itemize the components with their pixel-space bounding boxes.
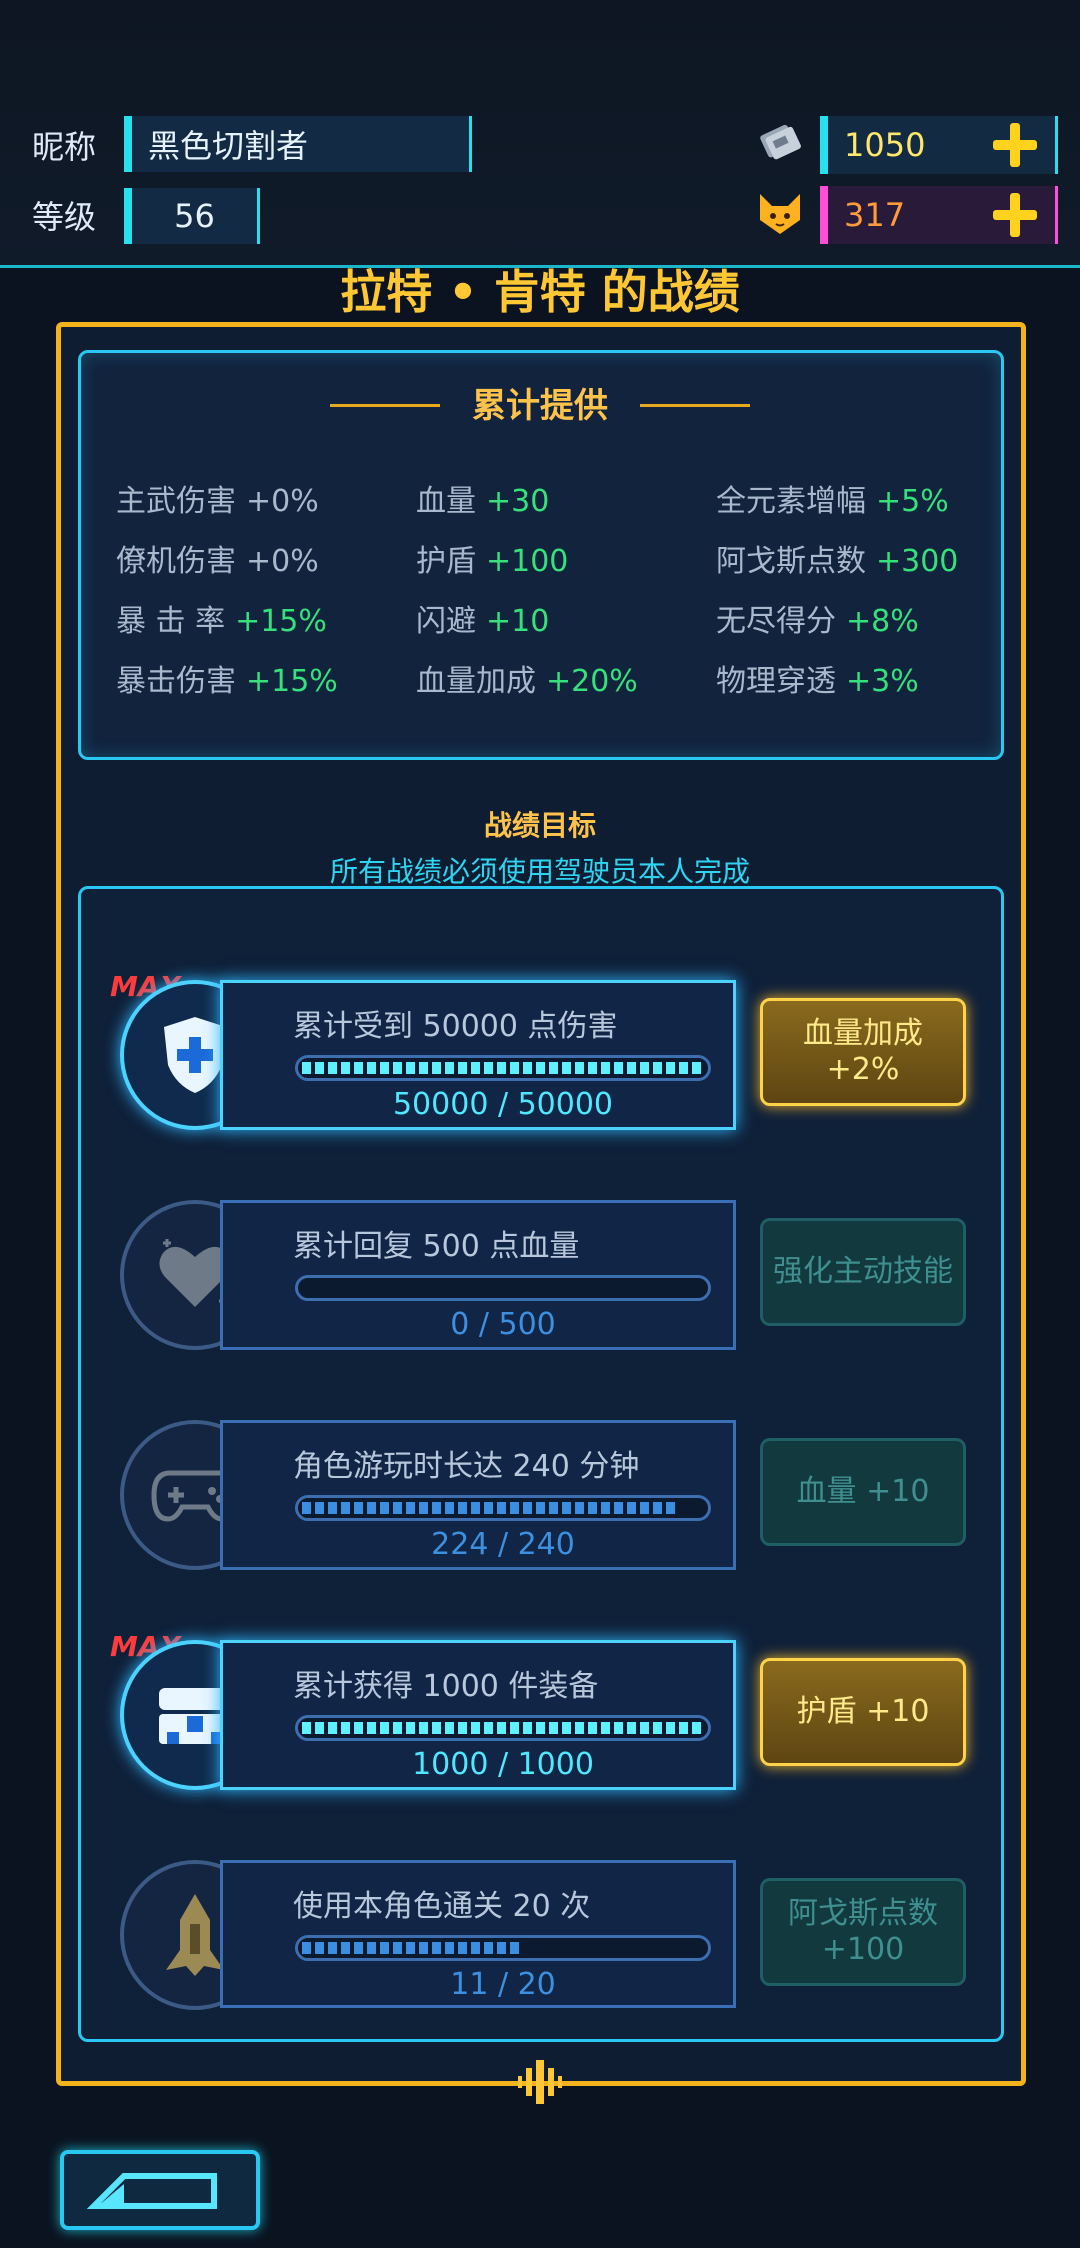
goal-card: 累计受到 50000 点伤害 50000 / 50000: [220, 980, 736, 1130]
stat-argos-points: 阿戈斯点数 +300: [716, 544, 959, 579]
progress-text: 1000 / 1000: [412, 1747, 594, 1782]
stat-hp-bonus: 血量加成 +20%: [416, 664, 638, 699]
stat-shield: 护盾 +100: [416, 544, 569, 579]
goal-text: 角色游玩时长达 240 分钟: [293, 1449, 640, 1484]
cat-points-value: 317: [844, 196, 906, 234]
progress-text: 0 / 500: [450, 1307, 556, 1342]
provided-stats-title: 累计提供: [472, 386, 608, 426]
stat-endless-score: 无尽得分 +8%: [716, 604, 919, 639]
reward-button[interactable]: 护盾 +10: [760, 1658, 966, 1766]
add-gems-button[interactable]: [993, 123, 1037, 167]
level-label: 等级: [32, 198, 97, 236]
progress-bar: [295, 1935, 711, 1961]
stat-wingman-damage: 僚机伤害 +0%: [116, 544, 319, 579]
progress-bar: [295, 1055, 711, 1081]
goal-card: 使用本角色通关 20 次 11 / 20: [220, 1860, 736, 2008]
reward-button[interactable]: 血量 +10: [760, 1438, 966, 1546]
goal-text: 使用本角色通关 20 次: [293, 1889, 591, 1924]
back-button[interactable]: [60, 2150, 260, 2230]
back-arrow-icon: [86, 2173, 217, 2209]
goal-text: 累计受到 50000 点伤害: [293, 1009, 618, 1044]
progress-bar: [295, 1715, 711, 1741]
progress-text: 224 / 240: [431, 1527, 575, 1562]
top-bar: 昵称 黑色切割者 等级 56 1050 317: [0, 0, 1080, 268]
goal-text: 累计回复 500 点血量: [293, 1229, 580, 1264]
reward-button[interactable]: 强化主动技能: [760, 1218, 966, 1326]
level-field: 56: [124, 188, 260, 244]
progress-bar: [295, 1275, 711, 1301]
goals-title: 战绩目标: [483, 809, 596, 842]
nickname-label: 昵称: [32, 128, 97, 166]
goal-card: 累计回复 500 点血量 0 / 500: [220, 1200, 736, 1350]
gems-counter: 1050: [820, 116, 1058, 174]
cat-points-counter: 317: [820, 186, 1058, 244]
goals-subtitle: 所有战绩必须使用驾驶员本人完成: [329, 855, 750, 888]
nickname-field[interactable]: 黑色切割者: [124, 116, 472, 172]
stat-hp: 血量 +30: [416, 484, 550, 519]
goal-card: 角色游玩时长达 240 分钟 224 / 240: [220, 1420, 736, 1570]
page-title: 拉特 • 肯特 的战绩: [340, 265, 740, 319]
stat-crit-rate: 暴 击 率 +15%: [116, 604, 327, 639]
stat-physical-penetration: 物理穿透 +3%: [716, 664, 919, 699]
goal-text: 累计获得 1000 件装备: [293, 1669, 599, 1704]
reward-button[interactable]: 血量加成 +2%: [760, 998, 966, 1106]
progress-text: 50000 / 50000: [392, 1087, 614, 1122]
scroll-indicator-icon: [514, 2058, 566, 2106]
stat-crit-damage: 暴击伤害 +15%: [116, 664, 338, 699]
stat-all-element-boost: 全元素增幅 +5%: [716, 484, 949, 519]
cat-icon: [754, 190, 806, 238]
gem-card-icon: [758, 120, 804, 166]
reward-button[interactable]: 阿戈斯点数 +100: [760, 1878, 966, 1986]
goal-card: 累计获得 1000 件装备 1000 / 1000: [220, 1640, 736, 1790]
stat-main-weapon-damage: 主武伤害 +0%: [116, 484, 319, 519]
progress-text: 11 / 20: [450, 1967, 556, 2002]
stat-dodge: 闪避 +10: [416, 604, 550, 639]
gems-value: 1050: [844, 126, 926, 164]
add-cat-points-button[interactable]: [993, 193, 1037, 237]
progress-bar: [295, 1495, 711, 1521]
